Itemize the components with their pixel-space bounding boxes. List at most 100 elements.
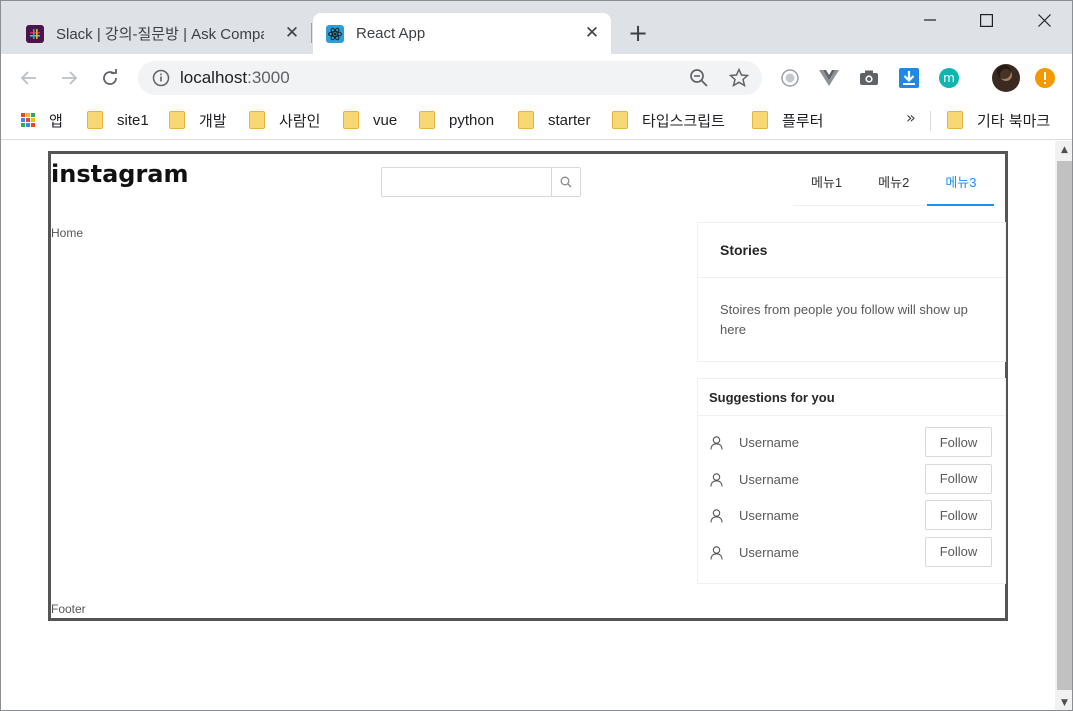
scroll-thumb[interactable]	[1057, 161, 1072, 690]
search-button[interactable]	[551, 167, 581, 197]
close-icon[interactable]: ✕	[583, 24, 601, 42]
bookmark-label: 앱	[49, 112, 63, 130]
reload-button[interactable]	[98, 66, 122, 90]
suggestion-item: Username Follow	[698, 427, 1005, 464]
slack-icon	[26, 24, 44, 43]
new-tab-button[interactable]: +	[625, 21, 651, 47]
search-icon	[560, 176, 572, 188]
bookmark-apps[interactable]: 앱	[21, 108, 63, 132]
tab-slack[interactable]: Slack | 강의-질문방 | Ask Company ✕	[13, 13, 311, 54]
tab-react-app[interactable]: React App ✕	[313, 13, 611, 54]
bookmark-folder[interactable]: 타입스크립트	[612, 108, 725, 132]
bookmark-folder[interactable]: vue	[343, 108, 397, 132]
bookmark-folder[interactable]: site1	[87, 108, 149, 132]
download-icon[interactable]	[897, 66, 921, 90]
address-bar[interactable]: localhost:3000	[138, 61, 762, 95]
url-text: localhost:3000	[180, 68, 290, 87]
bookmark-label: site1	[117, 111, 149, 129]
suggestion-username[interactable]: Username	[739, 472, 799, 487]
bookmark-folder[interactable]: python	[419, 108, 494, 132]
suggestion-item: Username Follow	[698, 536, 1005, 574]
home-content: Home	[51, 226, 84, 240]
follow-button[interactable]: Follow	[925, 427, 992, 457]
minimize-icon	[924, 19, 936, 21]
arrow-left-icon	[20, 71, 36, 85]
user-icon	[710, 436, 723, 450]
user-icon	[710, 545, 723, 560]
apps-icon	[21, 113, 35, 127]
folder-icon	[87, 111, 103, 129]
react-icon	[326, 24, 344, 43]
tab-strip: Slack | 강의-질문방 | Ask Company ✕ React App…	[1, 1, 1072, 54]
folder-icon	[947, 111, 963, 129]
menu-item-2[interactable]: 메뉴2	[860, 166, 927, 206]
bookmark-folder[interactable]: 플루터	[752, 108, 823, 132]
bookmark-label: 개발	[199, 112, 227, 130]
footer: Footer	[51, 602, 86, 616]
follow-button[interactable]: Follow	[925, 500, 992, 530]
bookmark-folder[interactable]: 사람인	[249, 108, 320, 132]
bookmark-folder[interactable]: 개발	[169, 108, 227, 132]
vue-devtools-icon[interactable]	[817, 66, 841, 90]
folder-icon	[752, 111, 768, 129]
app-container: instagram 메뉴1 메뉴2 메뉴3 Home Stories Stoir…	[48, 151, 1008, 621]
bookmarks-bar: 앱 site1 개발 사람인 vue python starter 타입스크립트…	[1, 102, 1072, 140]
bookmark-divider	[930, 111, 931, 131]
back-button[interactable]	[17, 66, 41, 90]
maximize-icon	[979, 13, 993, 27]
browser-window: Slack | 강의-질문방 | Ask Company ✕ React App…	[0, 0, 1073, 711]
svg-text:m: m	[943, 71, 955, 85]
follow-button[interactable]: Follow	[925, 536, 992, 567]
extension-record-icon[interactable]	[778, 66, 802, 90]
zoom-out-icon[interactable]	[689, 68, 709, 88]
menu-item-3[interactable]: 메뉴3	[927, 166, 995, 206]
bookmark-label: vue	[373, 111, 398, 129]
tab-title: Slack | 강의-질문방 | Ask Company	[56, 26, 264, 43]
tab-separator	[311, 23, 312, 43]
suggestions-list: Username Follow Username Follow Username…	[698, 416, 1005, 573]
app-logo[interactable]: instagram	[51, 160, 188, 188]
browser-toolbar: localhost:3000 m	[1, 54, 1072, 102]
close-window-button[interactable]	[1015, 1, 1072, 39]
forward-button[interactable]	[57, 66, 81, 90]
bookmarks-overflow-button[interactable]: »	[906, 108, 916, 127]
maximize-button[interactable]	[957, 1, 1015, 39]
suggestions-title: Suggestions for you	[698, 379, 1005, 416]
reload-icon	[103, 69, 117, 85]
suggestion-item: Username Follow	[698, 500, 1005, 537]
search-input[interactable]	[381, 167, 551, 197]
search-box	[381, 167, 581, 197]
folder-icon	[169, 111, 185, 129]
stories-title: Stories	[698, 223, 1005, 278]
close-icon[interactable]: ✕	[283, 24, 301, 42]
bookmark-folder[interactable]: starter	[518, 108, 591, 132]
bookmark-label: 기타 북마크	[977, 112, 1051, 130]
suggestion-username[interactable]: Username	[739, 545, 799, 560]
minimize-button[interactable]	[901, 1, 959, 39]
suggestion-username[interactable]: Username	[739, 508, 799, 523]
bookmark-other[interactable]: 기타 북마크	[947, 108, 1050, 132]
stories-body: Stoires from people you follow will show…	[720, 302, 968, 337]
close-icon	[1037, 13, 1051, 27]
bookmark-label: 타입스크립트	[642, 112, 725, 130]
suggestion-username[interactable]: Username	[739, 435, 799, 450]
scroll-down-button[interactable]: ▼	[1055, 694, 1072, 710]
scroll-up-button[interactable]: ▲	[1055, 141, 1072, 159]
info-icon[interactable]	[152, 69, 170, 87]
bookmark-label: starter	[548, 111, 591, 129]
top-menu: 메뉴1 메뉴2 메뉴3	[793, 166, 995, 206]
camera-icon[interactable]	[857, 66, 881, 90]
star-icon[interactable]	[729, 68, 749, 88]
menu-item-1[interactable]: 메뉴1	[793, 166, 860, 206]
folder-icon	[518, 111, 534, 129]
profile-avatar-icon[interactable]	[991, 63, 1021, 93]
extension-m-icon[interactable]: m	[937, 66, 961, 90]
user-icon	[710, 509, 723, 523]
folder-icon	[612, 111, 628, 129]
folder-icon	[343, 111, 359, 129]
follow-button[interactable]: Follow	[925, 463, 992, 494]
warning-icon[interactable]	[1033, 66, 1057, 90]
stories-card: Stories Stoires from people you follow w…	[697, 222, 1006, 362]
arrow-right-icon	[62, 71, 78, 85]
vertical-scrollbar[interactable]: ▲ ▼	[1055, 141, 1072, 710]
